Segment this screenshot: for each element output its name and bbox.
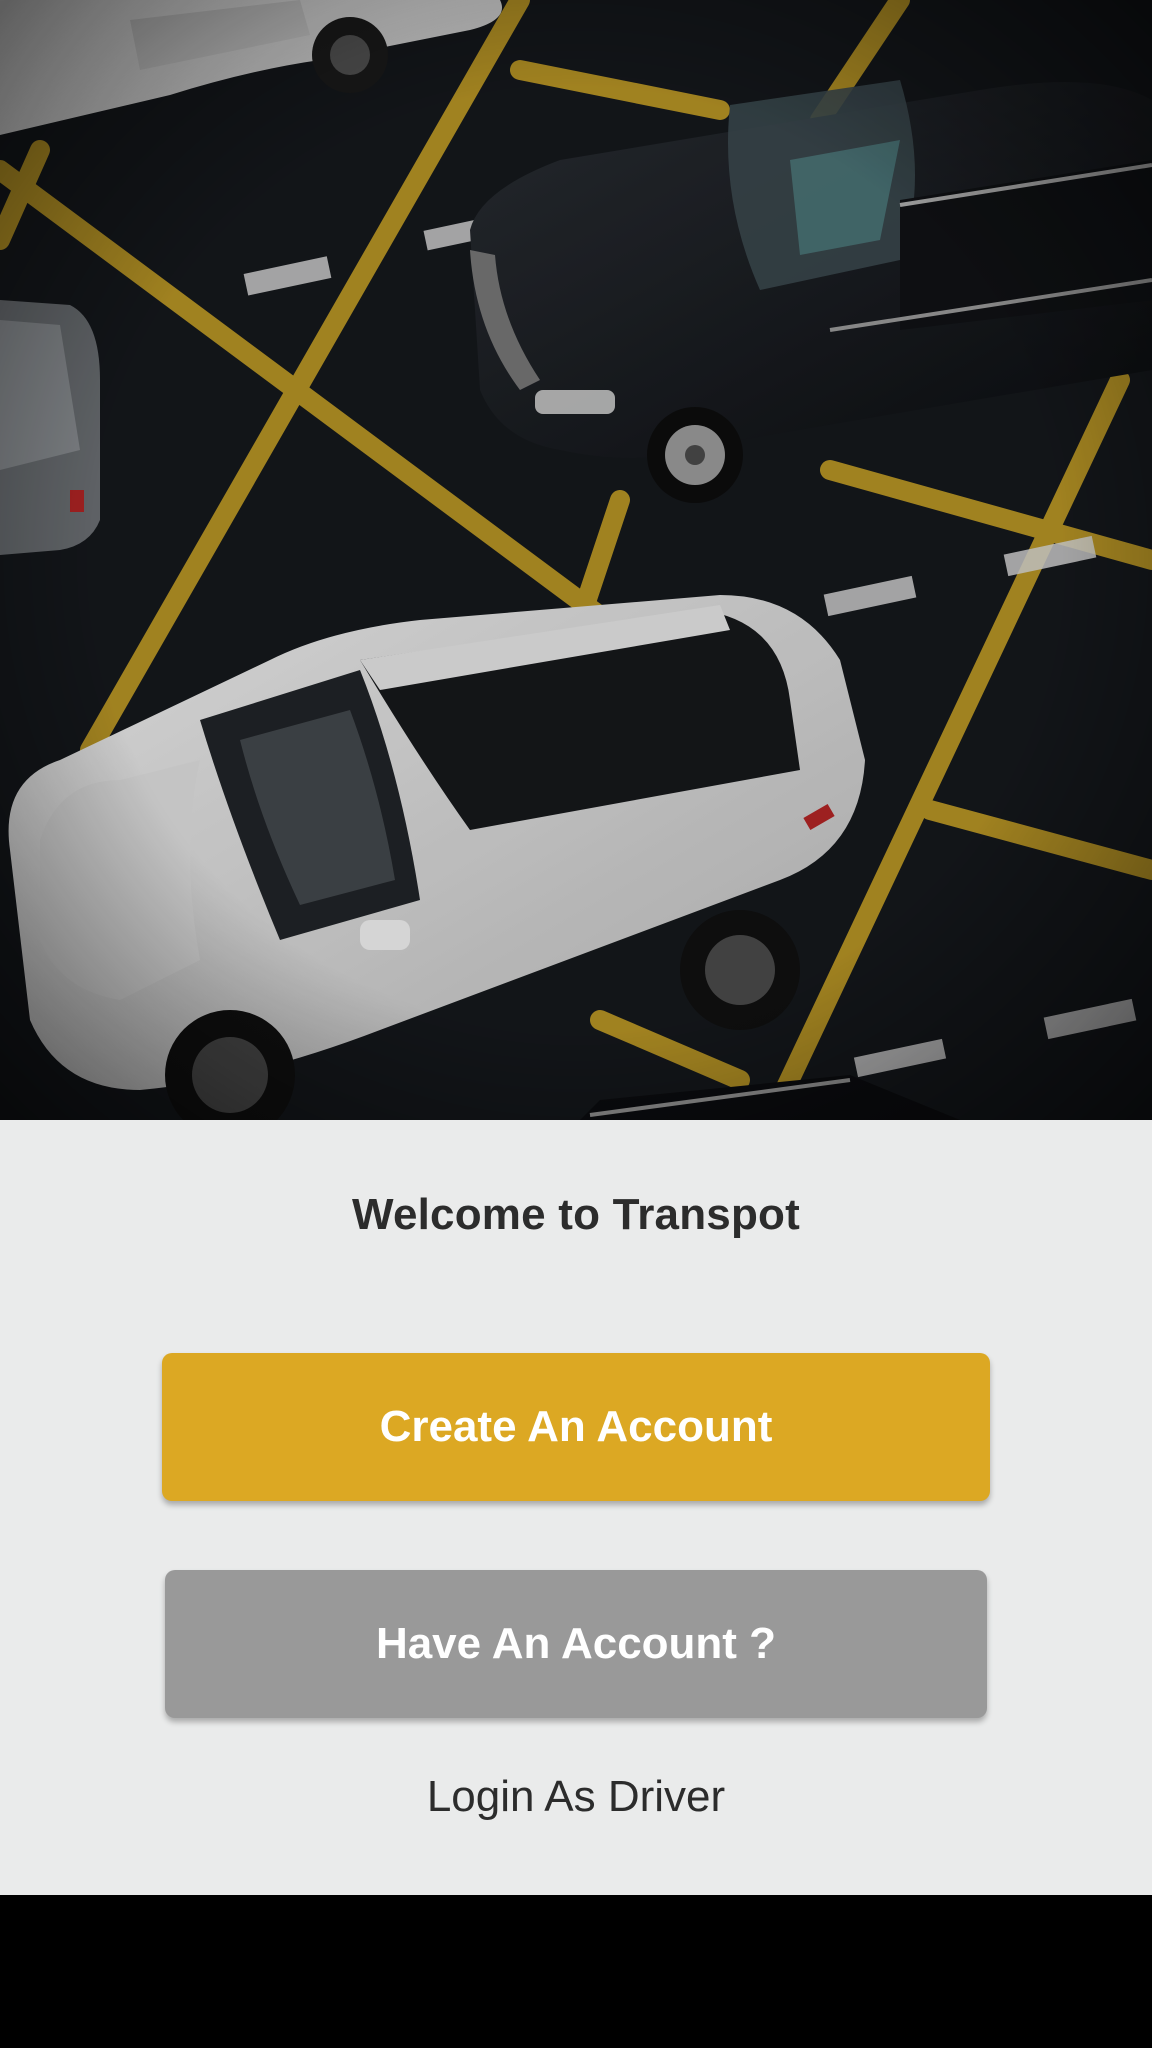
system-navigation-bar [0,1895,1152,2048]
have-account-button[interactable]: Have An Account ? [165,1570,987,1718]
welcome-title: Welcome to Transpot [352,1190,800,1239]
app-screen: Welcome to Transpot Create An Account Ha… [0,0,1152,2048]
login-as-driver-link[interactable]: Login As Driver [0,1772,1152,1822]
create-account-button[interactable]: Create An Account [162,1353,990,1501]
welcome-panel: Welcome to Transpot Create An Account Ha… [0,1120,1152,1895]
hero-image [0,0,1152,1120]
